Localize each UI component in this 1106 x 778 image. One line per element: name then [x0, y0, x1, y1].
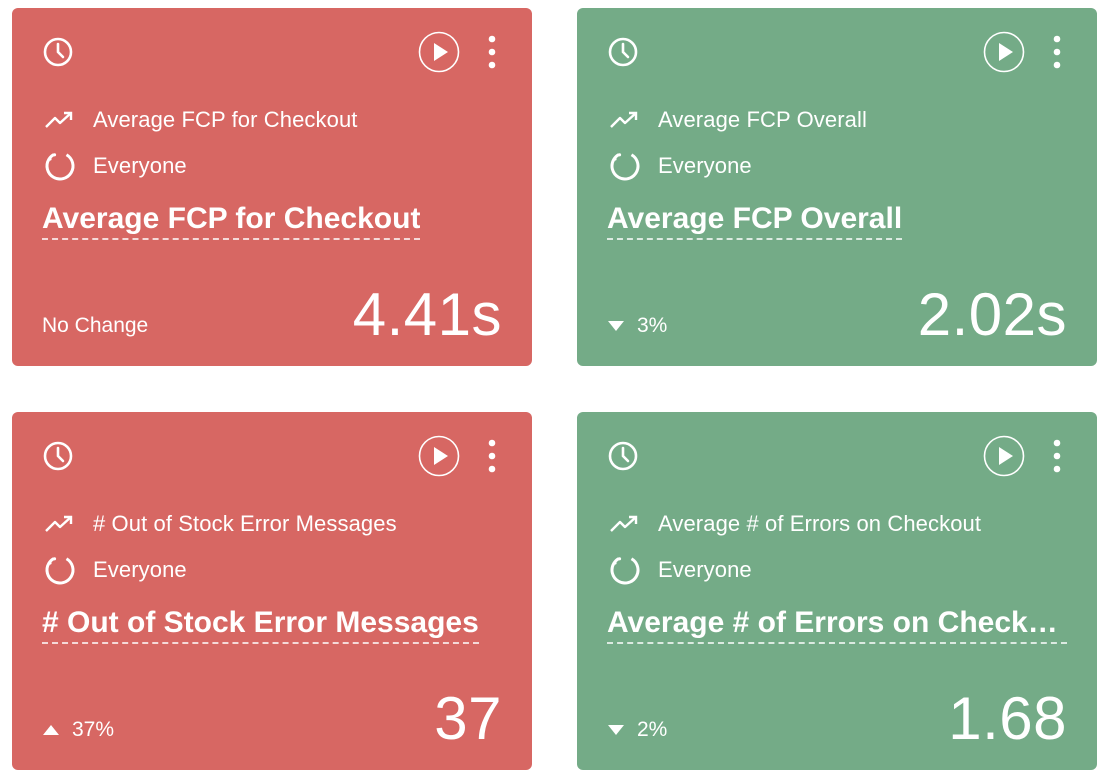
card-title-link[interactable]: Average FCP Overall [607, 201, 903, 240]
metric-card[interactable]: # Out of Stock Error Messages Everyone #… [12, 412, 532, 770]
card-title-link[interactable]: Average FCP for Checkout [42, 201, 421, 240]
clock-icon[interactable] [607, 36, 639, 68]
metric-row: Average FCP for Checkout [44, 103, 358, 137]
metric-value: 4.41s [352, 281, 502, 348]
segment-row: Everyone [609, 149, 752, 183]
metric-name: Average FCP Overall [658, 107, 867, 132]
more-options-button[interactable] [1047, 438, 1067, 474]
more-vertical-icon [488, 439, 496, 473]
change-text: 2% [637, 718, 668, 741]
metric-row: Average FCP Overall [609, 103, 867, 137]
segment-circle-icon [44, 149, 78, 183]
trend-line-icon [609, 507, 643, 541]
metric-value: 1.68 [948, 685, 1067, 752]
play-icon [999, 447, 1013, 465]
more-options-button[interactable] [482, 438, 502, 474]
metric-name: Average # of Errors on Checkout [658, 511, 982, 536]
clock-icon[interactable] [42, 36, 74, 68]
segment-name: Everyone [658, 557, 752, 582]
triangle-down-icon [608, 321, 624, 331]
more-vertical-icon [1053, 35, 1061, 69]
change-indicator: 37% [42, 718, 114, 742]
change-text: No Change [42, 314, 149, 337]
segment-name: Everyone [93, 557, 187, 582]
play-button[interactable] [983, 435, 1025, 477]
change-indicator: 3% [607, 314, 667, 338]
metric-card[interactable]: Average FCP Overall Everyone Average FCP… [577, 8, 1097, 366]
trend-line-icon [44, 507, 78, 541]
play-icon [434, 447, 448, 465]
triangle-down-icon [608, 725, 624, 735]
segment-row: Everyone [44, 553, 187, 587]
metric-row: Average # of Errors on Checkout [609, 507, 981, 541]
more-options-button[interactable] [1047, 34, 1067, 70]
trend-line-icon [609, 103, 643, 137]
change-text: 3% [637, 314, 668, 337]
card-title-link[interactable]: Average # of Errors on Checkout [607, 605, 1067, 644]
metric-name: Average FCP for Checkout [93, 107, 358, 132]
metric-row: # Out of Stock Error Messages [44, 507, 397, 541]
metric-name: # Out of Stock Error Messages [93, 511, 397, 536]
segment-circle-icon [609, 553, 643, 587]
more-vertical-icon [1053, 439, 1061, 473]
metric-value: 2.02s [917, 281, 1067, 348]
metric-card[interactable]: Average FCP for Checkout Everyone Averag… [12, 8, 532, 366]
segment-circle-icon [44, 553, 78, 587]
trend-line-icon [44, 103, 78, 137]
segment-name: Everyone [658, 153, 752, 178]
play-icon [434, 43, 448, 61]
play-button[interactable] [418, 31, 460, 73]
clock-icon[interactable] [607, 440, 639, 472]
segment-circle-icon [609, 149, 643, 183]
segment-row: Everyone [44, 149, 187, 183]
change-indicator: 2% [607, 718, 667, 742]
metric-card[interactable]: Average # of Errors on Checkout Everyone… [577, 412, 1097, 770]
play-button[interactable] [418, 435, 460, 477]
more-vertical-icon [488, 35, 496, 69]
play-icon [999, 43, 1013, 61]
triangle-up-icon [43, 725, 59, 735]
clock-icon[interactable] [42, 440, 74, 472]
change-indicator: No Change [42, 314, 148, 338]
more-options-button[interactable] [482, 34, 502, 70]
card-title-link[interactable]: # Out of Stock Error Messages [42, 605, 479, 644]
segment-name: Everyone [93, 153, 187, 178]
metric-value: 37 [434, 685, 502, 752]
change-text: 37% [72, 718, 115, 741]
segment-row: Everyone [609, 553, 752, 587]
play-button[interactable] [983, 31, 1025, 73]
